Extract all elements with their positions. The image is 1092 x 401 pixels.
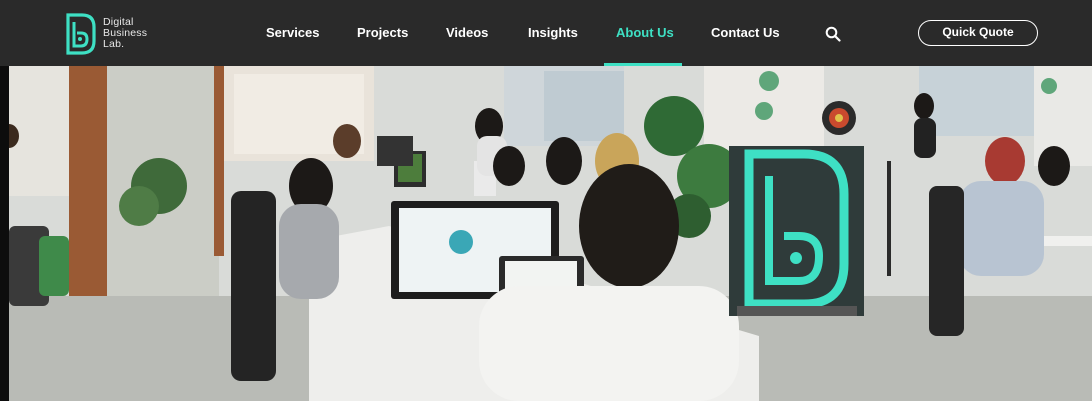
db-logo-icon — [66, 13, 96, 55]
active-nav-indicator — [604, 63, 682, 66]
brand-logo[interactable]: Digital Business Lab. — [64, 11, 164, 57]
hero-office-photo — [9, 66, 1092, 401]
nav-services[interactable]: Services — [266, 25, 320, 40]
quick-quote-button[interactable]: Quick Quote — [918, 20, 1038, 46]
top-navbar: Digital Business Lab. Services Projects … — [0, 0, 1092, 66]
nav-videos[interactable]: Videos — [446, 25, 488, 40]
brand-name: Digital Business Lab. — [103, 17, 173, 50]
brand-name-line3: Lab. — [103, 38, 125, 50]
nav-insights[interactable]: Insights — [528, 25, 578, 40]
db-neon-sign-icon — [729, 146, 864, 316]
nav-about-us[interactable]: About Us — [616, 25, 674, 40]
nav-projects[interactable]: Projects — [357, 25, 408, 40]
nav-contact-us[interactable]: Contact Us — [711, 25, 780, 40]
office-scene — [9, 66, 1092, 401]
search-icon[interactable] — [825, 26, 841, 42]
